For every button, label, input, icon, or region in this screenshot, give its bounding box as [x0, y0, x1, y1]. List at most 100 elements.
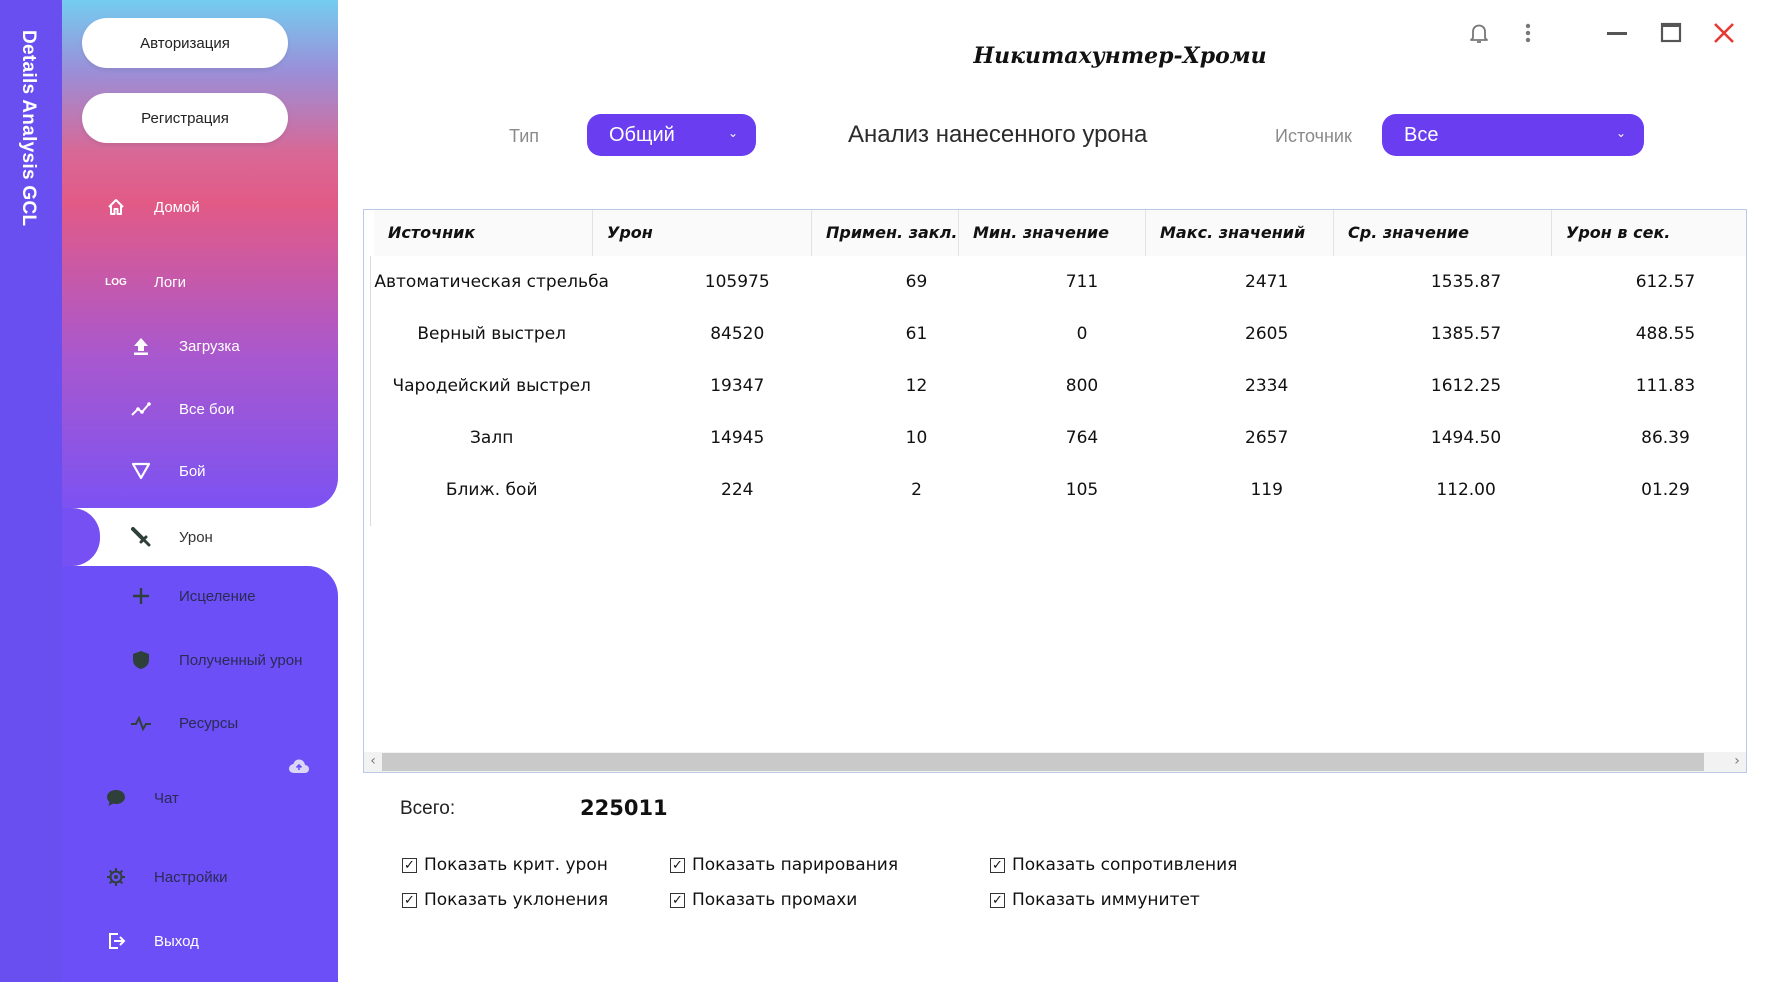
checkbox-check-icon: ✓	[670, 892, 685, 908]
sidebar-item-label: Урон	[179, 528, 213, 546]
column-header[interactable]: Примен. закл.	[812, 210, 959, 256]
upload-icon	[129, 334, 153, 358]
source-dropdown[interactable]: Все ⌄	[1382, 114, 1644, 156]
sidebar-item-upload[interactable]: Загрузка	[129, 334, 240, 358]
table-cell: 0	[1076, 324, 1088, 344]
type-dropdown[interactable]: Общий ⌄	[587, 114, 756, 156]
table-cell: 61	[905, 324, 928, 344]
show-crit-checkbox[interactable]: ✓ Показать крит. урон	[402, 855, 608, 875]
show-miss-checkbox[interactable]: ✓ Показать промахи	[670, 890, 857, 910]
checkbox-check-icon: ✓	[990, 892, 1005, 908]
table-cell: 1535.87	[1430, 272, 1502, 292]
table-cell: 84520	[710, 324, 765, 344]
bell-icon[interactable]	[1468, 18, 1490, 48]
chevron-down-icon: ⌄	[1615, 126, 1626, 140]
sidebar-item-label: Чат	[154, 789, 179, 807]
sidebar-item-label: Ресурсы	[179, 714, 239, 732]
show-resist-checkbox[interactable]: ✓ Показать сопротивления	[990, 855, 1237, 875]
sidebar-item-fight[interactable]: Бой	[129, 459, 206, 483]
horizontal-scrollbar[interactable]: ‹ ›	[364, 752, 1746, 772]
table-cell: 488.55	[1635, 324, 1696, 344]
minimize-icon[interactable]	[1606, 18, 1628, 48]
close-icon[interactable]	[1713, 18, 1735, 48]
column-header[interactable]: Макс. значений	[1146, 210, 1334, 256]
sidebar: Авторизация Регистрация Домой LOG Логи З…	[62, 0, 338, 982]
source-label: Источник	[1275, 126, 1352, 146]
sidebar-item-logout[interactable]: Выход	[104, 929, 199, 953]
table-cell: 105975	[704, 272, 770, 292]
sidebar-item-logs[interactable]: LOG Логи	[104, 270, 186, 294]
type-label: Тип	[509, 126, 540, 146]
table-cell: 19347	[710, 376, 765, 396]
sidebar-item-home[interactable]: Домой	[104, 195, 200, 219]
table-cell: 2334	[1245, 376, 1289, 396]
sidebar-item-damage[interactable]: Урон	[100, 508, 338, 566]
column-header[interactable]: Ср. значение	[1334, 210, 1552, 256]
shield-icon	[129, 648, 153, 672]
table-row[interactable]: Автоматическая стрельба 105975 69 711 24…	[364, 256, 1746, 308]
table-cell: 2657	[1245, 428, 1289, 448]
sidebar-item-chat[interactable]: Чат	[104, 786, 179, 810]
column-header[interactable]: Урон	[593, 210, 812, 256]
table-row[interactable]: Верный выстрел 84520 61 0 2605 1385.57 4…	[364, 308, 1746, 360]
sidebar-item-label: Загрузка	[179, 337, 240, 355]
table-header: Источник Урон Примен. закл. Мин. значени…	[374, 210, 1746, 256]
table-cell: 01.29	[1641, 480, 1690, 500]
table-cell: 2605	[1245, 324, 1289, 344]
register-button[interactable]: Регистрация	[82, 93, 288, 143]
column-header[interactable]: Урон в сек.	[1552, 210, 1724, 256]
report-title: Анализ нанесенного урона	[848, 121, 1148, 148]
checkbox-check-icon: ✓	[402, 857, 417, 873]
table-cell: Верный выстрел	[417, 324, 567, 344]
window-title: Никитахунтер-Хроми	[973, 43, 1267, 69]
show-parry-checkbox[interactable]: ✓ Показать парирования	[670, 855, 898, 875]
table-row[interactable]: Залп 14945 10 764 2657 1494.50 86.39	[364, 412, 1746, 464]
sidebar-item-settings[interactable]: Настройки	[104, 865, 228, 889]
sword-icon	[129, 525, 153, 549]
cloud-upload-icon[interactable]	[288, 758, 310, 778]
gear-icon	[104, 865, 128, 889]
scroll-left-icon[interactable]: ‹	[364, 753, 382, 769]
login-button[interactable]: Авторизация	[82, 18, 288, 68]
checkbox-label: Показать парирования	[692, 855, 899, 875]
column-header[interactable]: Мин. значение	[959, 210, 1146, 256]
app-vertical-title: Details Analysis GCL	[18, 30, 39, 227]
log-icon: LOG	[105, 276, 127, 288]
table-cell: Автоматическая стрельба	[374, 272, 609, 292]
table-cell: 1385.57	[1430, 324, 1502, 344]
table-cell: 1494.50	[1430, 428, 1502, 448]
sidebar-item-healing[interactable]: Исцеление	[129, 584, 256, 608]
show-dodge-checkbox[interactable]: ✓ Показать уклонения	[402, 890, 608, 910]
table-row[interactable]: Чародейский выстрел 19347 12 800 2334 16…	[364, 360, 1746, 412]
table-cell: 2471	[1245, 272, 1289, 292]
table-cell: 69	[905, 272, 928, 292]
sidebar-item-all-fights[interactable]: Все бои	[129, 397, 234, 421]
more-vert-icon[interactable]	[1524, 18, 1532, 48]
sidebar-item-resources[interactable]: Ресурсы	[129, 711, 238, 735]
chevron-down-icon: ⌄	[727, 126, 738, 140]
maximize-icon[interactable]	[1660, 18, 1682, 48]
sidebar-item-label: Бой	[179, 462, 206, 480]
triangle-down-icon	[129, 459, 153, 483]
column-header[interactable]: Источник	[374, 210, 593, 256]
checkbox-label: Показать сопротивления	[1012, 855, 1238, 875]
show-immune-checkbox[interactable]: ✓ Показать иммунитет	[990, 890, 1200, 910]
table-cell: 224	[721, 480, 754, 500]
scroll-right-icon[interactable]: ›	[1728, 753, 1746, 769]
table-row[interactable]: Ближ. бой 224 2 105 119 112.00 01.29	[364, 464, 1746, 516]
sidebar-item-label: Выход	[154, 932, 199, 950]
checkbox-label: Показать уклонения	[424, 890, 609, 910]
table-cell: 764	[1065, 428, 1099, 448]
table-cell: Залп	[470, 428, 514, 448]
checkbox-check-icon: ✓	[402, 892, 417, 908]
checkbox-label: Показать иммунитет	[1012, 890, 1200, 910]
damage-table: Источник Урон Примен. закл. Мин. значени…	[363, 209, 1747, 773]
checkbox-label: Показать крит. урон	[424, 855, 608, 875]
table-cell: 2	[911, 480, 922, 500]
table-cell: 14945	[710, 428, 765, 448]
sidebar-item-label: Домой	[154, 198, 200, 216]
scrollbar-thumb[interactable]	[382, 753, 1704, 771]
sidebar-item-damage-taken[interactable]: Полученный урон	[129, 648, 302, 672]
table-cell: 119	[1250, 480, 1283, 500]
source-dropdown-value: Все	[1404, 123, 1439, 146]
